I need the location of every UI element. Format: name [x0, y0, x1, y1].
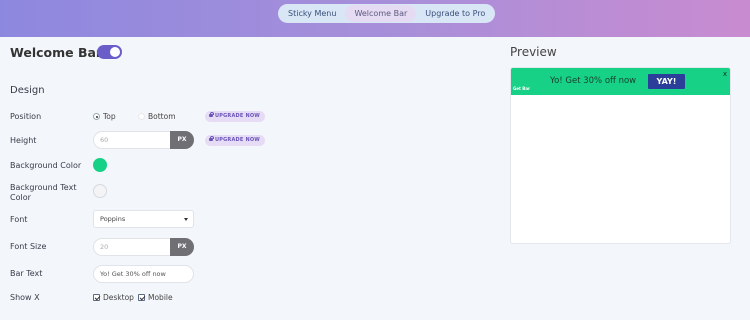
page-title: Welcome Bar — [10, 45, 103, 60]
height-unit: PX — [170, 131, 194, 149]
position-bottom-radio[interactable] — [138, 113, 145, 120]
mobile-label: Mobile — [148, 293, 173, 302]
toggle-knob — [110, 47, 120, 57]
lock-icon — [209, 136, 214, 141]
brand-logo: Get Bar — [513, 86, 531, 91]
lock-icon — [209, 112, 214, 117]
preview-title: Preview — [510, 45, 557, 59]
section-heading: Design — [10, 85, 45, 96]
bar-text-label: Bar Text — [10, 269, 43, 278]
position-top-label: Top — [103, 112, 116, 121]
badge-label: UPGRADE NOW — [215, 113, 261, 119]
background-text-color-swatch[interactable] — [93, 184, 107, 198]
height-label: Height — [10, 136, 37, 145]
background-color-swatch[interactable] — [93, 158, 107, 172]
upgrade-badge-height[interactable]: UPGRADE NOW — [205, 135, 266, 146]
font-size-label: Font Size — [10, 242, 47, 251]
background-color-label: Background Color — [10, 161, 82, 170]
upgrade-badge-position[interactable]: UPGRADE NOW — [205, 111, 266, 122]
height-input[interactable]: 60 — [93, 131, 171, 149]
preview-bar-text: Yo! Get 30% off now — [550, 76, 637, 86]
chevron-down-icon — [184, 218, 188, 221]
font-label: Font — [10, 215, 28, 224]
yay-button[interactable]: YAY! — [648, 74, 685, 89]
desktop-checkbox[interactable] — [93, 294, 100, 301]
tab-sticky-menu[interactable]: Sticky Menu — [279, 5, 345, 22]
position-label: Position — [10, 112, 42, 121]
enable-toggle[interactable] — [97, 45, 122, 59]
settings-panel: Welcome Bar Design Position Top Bottom U… — [0, 37, 750, 320]
preview-frame: Yo! Get 30% off now YAY! x Get Bar — [510, 67, 731, 244]
font-select-value: Poppins — [100, 215, 126, 223]
font-size-input[interactable]: 20 — [93, 238, 171, 256]
mobile-checkbox[interactable] — [138, 294, 145, 301]
position-top-radio[interactable] — [93, 113, 100, 120]
top-header: Sticky Menu Welcome Bar Upgrade to Pro — [0, 0, 750, 37]
welcome-bar-preview: Yo! Get 30% off now YAY! x Get Bar — [511, 68, 730, 95]
show-x-label: Show X — [10, 293, 40, 302]
font-size-unit: PX — [170, 238, 194, 256]
position-bottom-label: Bottom — [148, 112, 176, 121]
font-select[interactable]: Poppins — [93, 210, 194, 228]
background-text-color-label: Background Text Color — [10, 183, 77, 202]
close-icon[interactable]: x — [723, 70, 727, 78]
tab-upgrade-to-pro[interactable]: Upgrade to Pro — [416, 5, 494, 22]
badge-label: UPGRADE NOW — [215, 137, 261, 143]
desktop-label: Desktop — [103, 293, 134, 302]
tab-welcome-bar[interactable]: Welcome Bar — [345, 5, 417, 22]
nav-tabs: Sticky Menu Welcome Bar Upgrade to Pro — [278, 4, 496, 23]
bar-text-input[interactable]: Yo! Get 30% off now — [93, 265, 194, 283]
